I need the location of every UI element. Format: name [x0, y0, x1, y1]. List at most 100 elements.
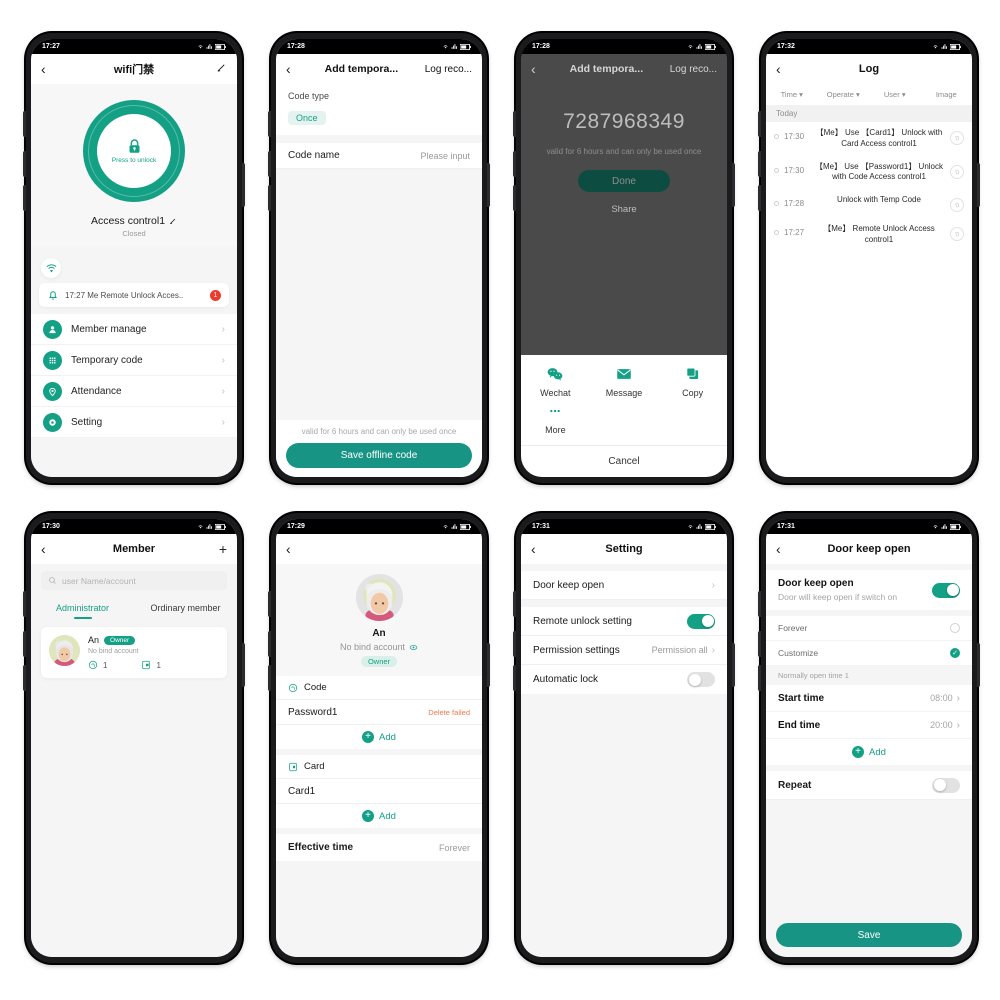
remote-unlock-toggle[interactable]: [687, 613, 715, 629]
screen-log: 17:32 ‹ Log Time ▾ Operate ▾ User ▾ Imag…: [766, 39, 972, 477]
log-entry[interactable]: 17:30 【Me】 Use 【Password1】 Unlock with C…: [766, 155, 972, 190]
setting-row-permission[interactable]: Permission settings Permission all ›: [521, 636, 727, 665]
pencil-icon[interactable]: [216, 62, 227, 76]
back-button[interactable]: ‹: [41, 542, 57, 556]
back-button[interactable]: ‹: [776, 542, 792, 556]
log-entry[interactable]: 17:30 【Me】 Use 【Card1】 Unlock with Card …: [766, 122, 972, 156]
code-type-once-chip[interactable]: Once: [288, 111, 326, 125]
phone-device-add-temp-code: 17:28 ‹ Add tempora... Log reco... Code …: [268, 33, 490, 483]
share-link[interactable]: Share: [531, 204, 717, 215]
member-card[interactable]: An Owner No bind account 1 1: [41, 627, 227, 678]
bell-icon: [49, 291, 57, 300]
back-button[interactable]: ‹: [41, 62, 57, 76]
repeat-row[interactable]: Repeat: [766, 771, 972, 800]
plus-icon[interactable]: +: [219, 541, 227, 557]
setting-row-remote-unlock[interactable]: Remote unlock setting: [521, 607, 727, 636]
fingerprint-icon[interactable]: [950, 164, 964, 179]
status-badge: Owner: [360, 656, 398, 667]
fingerprint-icon[interactable]: [950, 131, 964, 145]
log-record-link[interactable]: Log reco...: [425, 64, 472, 75]
log-entry[interactable]: 17:28 Unlock with Temp Code: [766, 189, 972, 219]
wechat-icon: [547, 368, 563, 381]
notification-banner[interactable]: 17:27 Me Remote Unlock Acces.. 1: [39, 283, 229, 307]
nav-bar: ‹ Setting: [521, 534, 727, 564]
share-item-wechat[interactable]: Wechat: [521, 367, 590, 398]
door-keep-open-main-row[interactable]: Door keep open Door will keep open if sw…: [766, 570, 972, 610]
timeline-dot: [774, 201, 779, 207]
search-input[interactable]: user Name/account: [41, 571, 227, 590]
nav-bar: ‹ Add tempora... Log reco...: [276, 54, 482, 84]
unlock-dial[interactable]: Press to unlock: [83, 100, 185, 202]
section-gap: [521, 600, 727, 607]
log-record-link[interactable]: Log reco...: [670, 64, 717, 75]
door-keep-open-toggle[interactable]: [932, 582, 960, 598]
add-time-button[interactable]: + Add: [766, 739, 972, 765]
timeline-dot: [774, 134, 779, 139]
back-button[interactable]: ‹: [286, 62, 302, 76]
wifi-status-chip[interactable]: [41, 258, 61, 278]
device-name-row: Access control1: [91, 215, 177, 227]
add-code-button[interactable]: + Add: [276, 725, 482, 749]
log-filter-time[interactable]: Time ▾: [766, 90, 818, 99]
status-time: 17:29: [287, 523, 305, 530]
back-button[interactable]: ‹: [531, 62, 547, 76]
chevron-right-icon: ›: [221, 416, 225, 428]
start-time-row[interactable]: Start time 08:00 ›: [766, 685, 972, 712]
log-column-headers: Time ▾ Operate ▾ User ▾ Image: [766, 84, 972, 105]
person-icon: [43, 319, 62, 339]
save-button[interactable]: Save: [776, 923, 962, 947]
setting-label: Door keep open: [533, 579, 605, 591]
repeat-label: Repeat: [778, 779, 812, 791]
screen-door-keep-open: 17:31 ‹ Door keep open Door keep open Do…: [766, 519, 972, 957]
code-hint: valid for 6 hours and can only be used o…: [546, 147, 702, 156]
back-button[interactable]: ‹: [531, 542, 547, 556]
member-tabs: Administrator Ordinary member: [31, 598, 237, 619]
fingerprint-icon[interactable]: [950, 198, 964, 213]
menu-item-member-manage[interactable]: Member manage ›: [31, 314, 237, 345]
tab-administrator[interactable]: Administrator: [31, 598, 134, 619]
radio-unselected-icon[interactable]: [950, 623, 960, 633]
nav-bar: ‹ Member +: [31, 534, 237, 564]
setting-row-automatic-lock[interactable]: Automatic lock: [521, 665, 727, 694]
tab-ordinary-member[interactable]: Ordinary member: [134, 598, 237, 619]
pencil-small-icon[interactable]: [169, 217, 177, 225]
share-item-copy[interactable]: Copy: [658, 367, 727, 398]
plus-icon: +: [362, 731, 375, 743]
log-time: 17:30: [784, 165, 805, 175]
avatar[interactable]: [355, 574, 403, 621]
effective-time-row[interactable]: Effective time Forever: [276, 834, 482, 861]
automatic-lock-toggle[interactable]: [687, 672, 715, 687]
save-offline-code-button[interactable]: Save offline code: [286, 443, 472, 468]
code-name-input[interactable]: Please input: [420, 151, 470, 161]
log-text: 【Me】 Use 【Password1】 Unlock with Code Ac…: [814, 161, 944, 182]
add-card-button[interactable]: + Add: [276, 804, 482, 828]
menu-item-setting[interactable]: Setting ›: [31, 407, 237, 438]
code-item-row[interactable]: Password1 Delete failed: [276, 700, 482, 725]
menu-item-temporary-code[interactable]: Temporary code ›: [31, 345, 237, 376]
done-button[interactable]: Done: [578, 170, 670, 192]
code-name-row[interactable]: Code name Please input: [276, 143, 482, 169]
repeat-toggle[interactable]: [932, 777, 960, 793]
fingerprint-icon[interactable]: [950, 227, 964, 242]
radio-selected-icon[interactable]: ✓: [950, 648, 960, 658]
menu-item-attendance[interactable]: Attendance ›: [31, 376, 237, 407]
log-filter-operate[interactable]: Operate ▾: [818, 90, 870, 99]
member-name: An: [88, 635, 100, 645]
dial-ring: [88, 105, 180, 197]
option-forever[interactable]: Forever: [766, 616, 972, 641]
log-entry[interactable]: 17:27 【Me】 Remote Unlock Access control1: [766, 218, 972, 252]
share-item-more[interactable]: More: [521, 404, 590, 435]
option-customize[interactable]: Customize ✓: [766, 641, 972, 666]
end-time-row[interactable]: End time 20:00 ›: [766, 712, 972, 739]
cancel-button[interactable]: Cancel: [521, 446, 727, 477]
eye-icon[interactable]: [409, 643, 418, 652]
wifi-icon: [933, 45, 938, 49]
log-filter-user[interactable]: User ▾: [869, 90, 921, 99]
share-item-message[interactable]: Message: [590, 367, 659, 398]
setting-row-door-keep-open[interactable]: Door keep open ›: [521, 571, 727, 600]
card-item-row[interactable]: Card1: [276, 779, 482, 804]
back-button[interactable]: ‹: [776, 62, 792, 76]
nav-bar: ‹ Log: [766, 54, 972, 84]
battery-icon: [950, 523, 961, 530]
back-button[interactable]: ‹: [286, 542, 302, 556]
